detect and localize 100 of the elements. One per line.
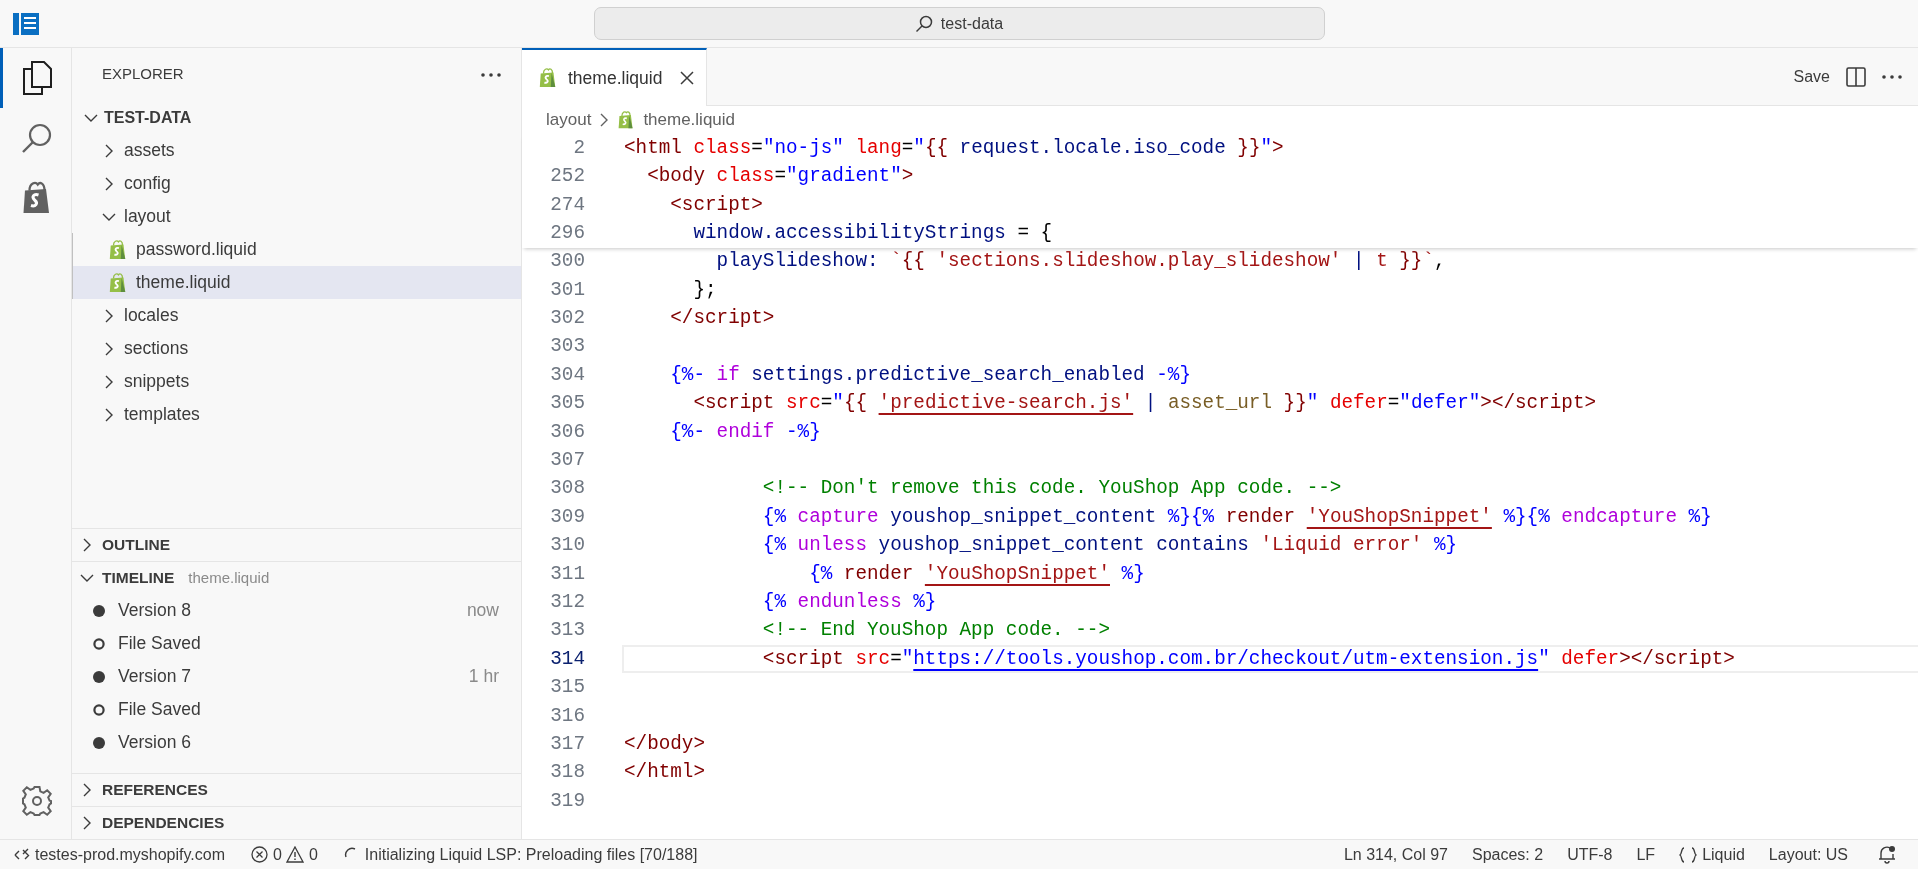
encoding-setting[interactable]: UTF-8 bbox=[1567, 842, 1613, 867]
folder-label[interactable]: config bbox=[124, 170, 171, 197]
line-number: 308 bbox=[549, 476, 585, 502]
breadcrumb-item[interactable]: theme.liquid bbox=[643, 107, 736, 133]
explorer-title: EXPLORER bbox=[102, 64, 184, 85]
notification-bell-icon[interactable] bbox=[1878, 845, 1896, 864]
command-search-field[interactable]: test-data bbox=[593, 7, 1325, 40]
code-line: <body class="gradient"> bbox=[646, 164, 914, 190]
code-line: {% unless youshop_snippet_content contains 'Liquid error' %} bbox=[761, 533, 1458, 559]
folder-label[interactable]: templates bbox=[124, 401, 200, 428]
folder-label[interactable]: assets bbox=[124, 137, 175, 164]
more-actions-icon[interactable] bbox=[1882, 74, 1902, 79]
code-line: {%- if settings.predictive_search_enabled -%} bbox=[669, 362, 1191, 388]
line-number: 305 bbox=[549, 391, 585, 417]
panel-header[interactable]: OUTLINE bbox=[102, 533, 171, 557]
timeline-entry[interactable]: Version 7 bbox=[118, 663, 191, 690]
panel-header[interactable]: DEPENDENCIES bbox=[102, 811, 225, 835]
editor-tab[interactable]: theme.liquid bbox=[522, 48, 708, 106]
line-number: 318 bbox=[549, 760, 585, 786]
line-ending-setting[interactable]: LF bbox=[1636, 842, 1656, 867]
line-number: 309 bbox=[549, 504, 585, 530]
line-number: 312 bbox=[549, 590, 585, 615]
line-number: 2 bbox=[572, 135, 585, 161]
filled-dot-icon bbox=[93, 604, 105, 617]
line-number: 300 bbox=[549, 249, 585, 275]
warning-icon[interactable] bbox=[285, 846, 304, 863]
code-line: {% capture youshop_snippet_content %}{% render 'YouShopSnippet' %}{% endcapture %} bbox=[761, 504, 1712, 530]
file-label[interactable]: password.liquid bbox=[136, 236, 257, 263]
shopping-bag-icon bbox=[108, 239, 128, 260]
folder-label[interactable]: TEST-DATA bbox=[104, 105, 192, 130]
code-line: }; bbox=[692, 277, 717, 303]
line-number: 302 bbox=[549, 306, 585, 332]
braces-icon[interactable] bbox=[1679, 846, 1698, 863]
timeline-time: now bbox=[466, 599, 499, 623]
chevron-right-icon bbox=[599, 113, 610, 127]
line-number: 313 bbox=[549, 618, 585, 644]
settings-icon[interactable] bbox=[21, 785, 53, 817]
shopping-bag-icon bbox=[538, 68, 558, 88]
code-line: <script> bbox=[669, 192, 763, 218]
timeline-entry[interactable]: File Saved bbox=[118, 696, 201, 723]
line-number: 315 bbox=[549, 675, 585, 701]
line-number: 274 bbox=[549, 192, 585, 218]
timeline-entry[interactable]: Version 6 bbox=[118, 729, 191, 756]
folder-label[interactable]: sections bbox=[124, 335, 189, 362]
line-number: 307 bbox=[549, 448, 585, 474]
search-icon bbox=[914, 14, 933, 33]
code-line: </body> bbox=[624, 731, 705, 757]
timeline-entry[interactable]: File Saved bbox=[118, 630, 201, 657]
line-number: 317 bbox=[549, 731, 585, 757]
language-mode[interactable]: Liquid bbox=[1702, 842, 1745, 867]
panel-header[interactable]: TIMELINE bbox=[102, 566, 175, 590]
line-number: 314 bbox=[549, 646, 585, 672]
progress-status[interactable]: Initializing Liquid LSP: Preloading files [70/188] bbox=[364, 842, 698, 867]
breadcrumb-item[interactable]: layout bbox=[546, 107, 592, 133]
code-line: {% endunless %} bbox=[761, 590, 937, 615]
line-number: 316 bbox=[549, 703, 585, 729]
panel-header[interactable]: REFERENCES bbox=[102, 778, 208, 802]
indentation-setting[interactable]: Spaces: 2 bbox=[1472, 842, 1544, 867]
folder-label[interactable]: snippets bbox=[124, 368, 190, 395]
hollow-dot-icon bbox=[93, 703, 105, 716]
code-line: <script src="{{ 'predictive-search.js' | asset_url }}" defer="defer"></script> bbox=[692, 391, 1597, 417]
line-number: 252 bbox=[549, 164, 585, 190]
line-number: 301 bbox=[549, 277, 585, 303]
split-editor-icon[interactable] bbox=[1846, 66, 1866, 87]
filled-dot-icon bbox=[93, 670, 105, 683]
timeline-time: 1 hr bbox=[468, 665, 499, 689]
code-line: </html> bbox=[624, 760, 705, 786]
warning-count[interactable]: 0 bbox=[308, 842, 318, 867]
keyboard-layout[interactable]: Layout: US bbox=[1768, 842, 1848, 867]
folder-label[interactable]: layout bbox=[124, 203, 171, 230]
line-number: 319 bbox=[549, 788, 585, 814]
shopping-bag-icon[interactable] bbox=[22, 181, 52, 215]
code-line: <script src="https://tools.youshop.com.br/checkout/utm-extension.js" defer></script> bbox=[761, 646, 1735, 672]
line-number: 296 bbox=[549, 220, 585, 246]
code-line: <!-- End YouShop App code. --> bbox=[761, 618, 1110, 644]
error-count[interactable]: 0 bbox=[273, 842, 282, 867]
save-button[interactable]: Save bbox=[1793, 64, 1830, 89]
files-icon[interactable] bbox=[22, 61, 52, 95]
error-icon[interactable] bbox=[251, 846, 268, 863]
timeline-entry[interactable]: Version 8 bbox=[118, 597, 191, 624]
search-text: test-data bbox=[940, 13, 1004, 34]
remote-host[interactable]: testes-prod.myshopify.com bbox=[35, 842, 225, 867]
line-number: 303 bbox=[549, 334, 585, 360]
cursor-position[interactable]: Ln 314, Col 97 bbox=[1343, 842, 1448, 867]
code-line: playSlideshow: `{{ 'sections.slideshow.play_slideshow' | t }}`, bbox=[715, 249, 1446, 275]
shopping-bag-icon bbox=[108, 272, 128, 293]
code-line: {%- endif -%} bbox=[669, 419, 821, 445]
code-line: {% render 'YouShopSnippet' %} bbox=[808, 561, 1145, 587]
search-icon[interactable] bbox=[21, 122, 53, 154]
line-number: 306 bbox=[549, 419, 585, 445]
file-label[interactable]: theme.liquid bbox=[136, 269, 231, 296]
more-actions-icon[interactable] bbox=[481, 72, 501, 77]
close-icon[interactable] bbox=[680, 71, 695, 85]
code-line: <!-- Don't remove this code. YouShop App code. --> bbox=[761, 476, 1342, 502]
line-number: 310 bbox=[549, 533, 585, 559]
code-line: </script> bbox=[669, 306, 775, 332]
hollow-dot-icon bbox=[93, 637, 105, 650]
sidebar-layout-icon[interactable] bbox=[13, 13, 39, 35]
folder-label[interactable]: locales bbox=[124, 302, 179, 329]
filled-dot-icon bbox=[93, 736, 105, 749]
